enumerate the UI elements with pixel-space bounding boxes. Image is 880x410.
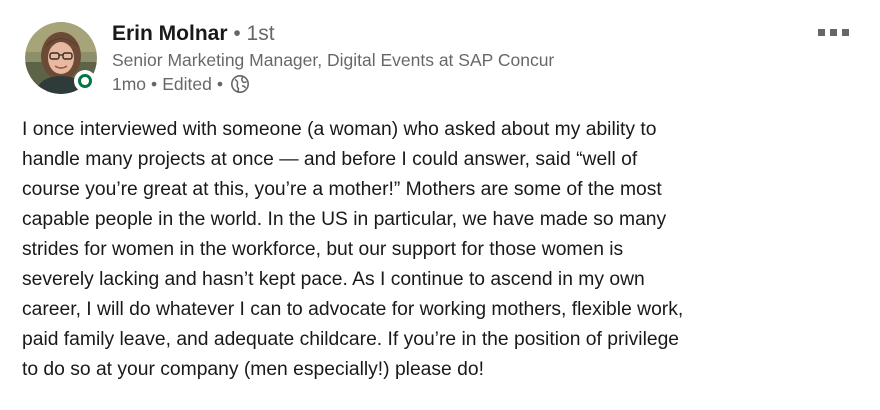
post-body-line: capable people in the world. In the US i… — [22, 209, 667, 230]
author-avatar-container — [25, 22, 97, 94]
feed-post: Erin Molnar • 1st Senior Marketing Manag… — [0, 0, 880, 410]
edited-label: Edited — [162, 74, 212, 94]
online-status-badge — [74, 70, 96, 92]
connection-degree: • 1st — [233, 22, 275, 45]
author-name[interactable]: Erin Molnar — [112, 22, 228, 45]
post-body-line: paid family leave, and adequate childcar… — [22, 329, 680, 350]
post-body-line: to do so at your company (men especially… — [22, 359, 484, 380]
post-body: I once interviewed with someone (a woman… — [22, 115, 868, 385]
post-body-line: severely lacking and hasn’t kept pace. A… — [22, 269, 645, 290]
online-indicator-icon — [78, 74, 92, 88]
more-options-button[interactable] — [808, 14, 858, 50]
author-headline: Senior Marketing Manager, Digital Events… — [112, 50, 555, 70]
globe-icon — [230, 75, 249, 93]
ellipsis-icon — [817, 28, 849, 36]
connection-degree-label: 1st — [246, 22, 275, 45]
post-body-line: course you’re great at this, you’re a mo… — [22, 179, 662, 200]
post-meta: 1mo • Edited • — [112, 72, 792, 96]
post-body-line: I once interviewed with someone (a woman… — [22, 119, 657, 140]
author-name-line: Erin Molnar • 1st — [112, 20, 792, 48]
post-header: Erin Molnar • 1st Senior Marketing Manag… — [112, 20, 792, 96]
meta-separator: • — [151, 74, 158, 94]
post-body-line: career, I will do whatever I can to advo… — [22, 299, 684, 320]
post-time[interactable]: 1mo — [112, 72, 146, 96]
meta-separator: • — [216, 74, 223, 94]
post-body-line: handle many projects at once — and befor… — [22, 149, 638, 170]
post-body-line: strides for women in the workforce, but … — [22, 239, 624, 260]
